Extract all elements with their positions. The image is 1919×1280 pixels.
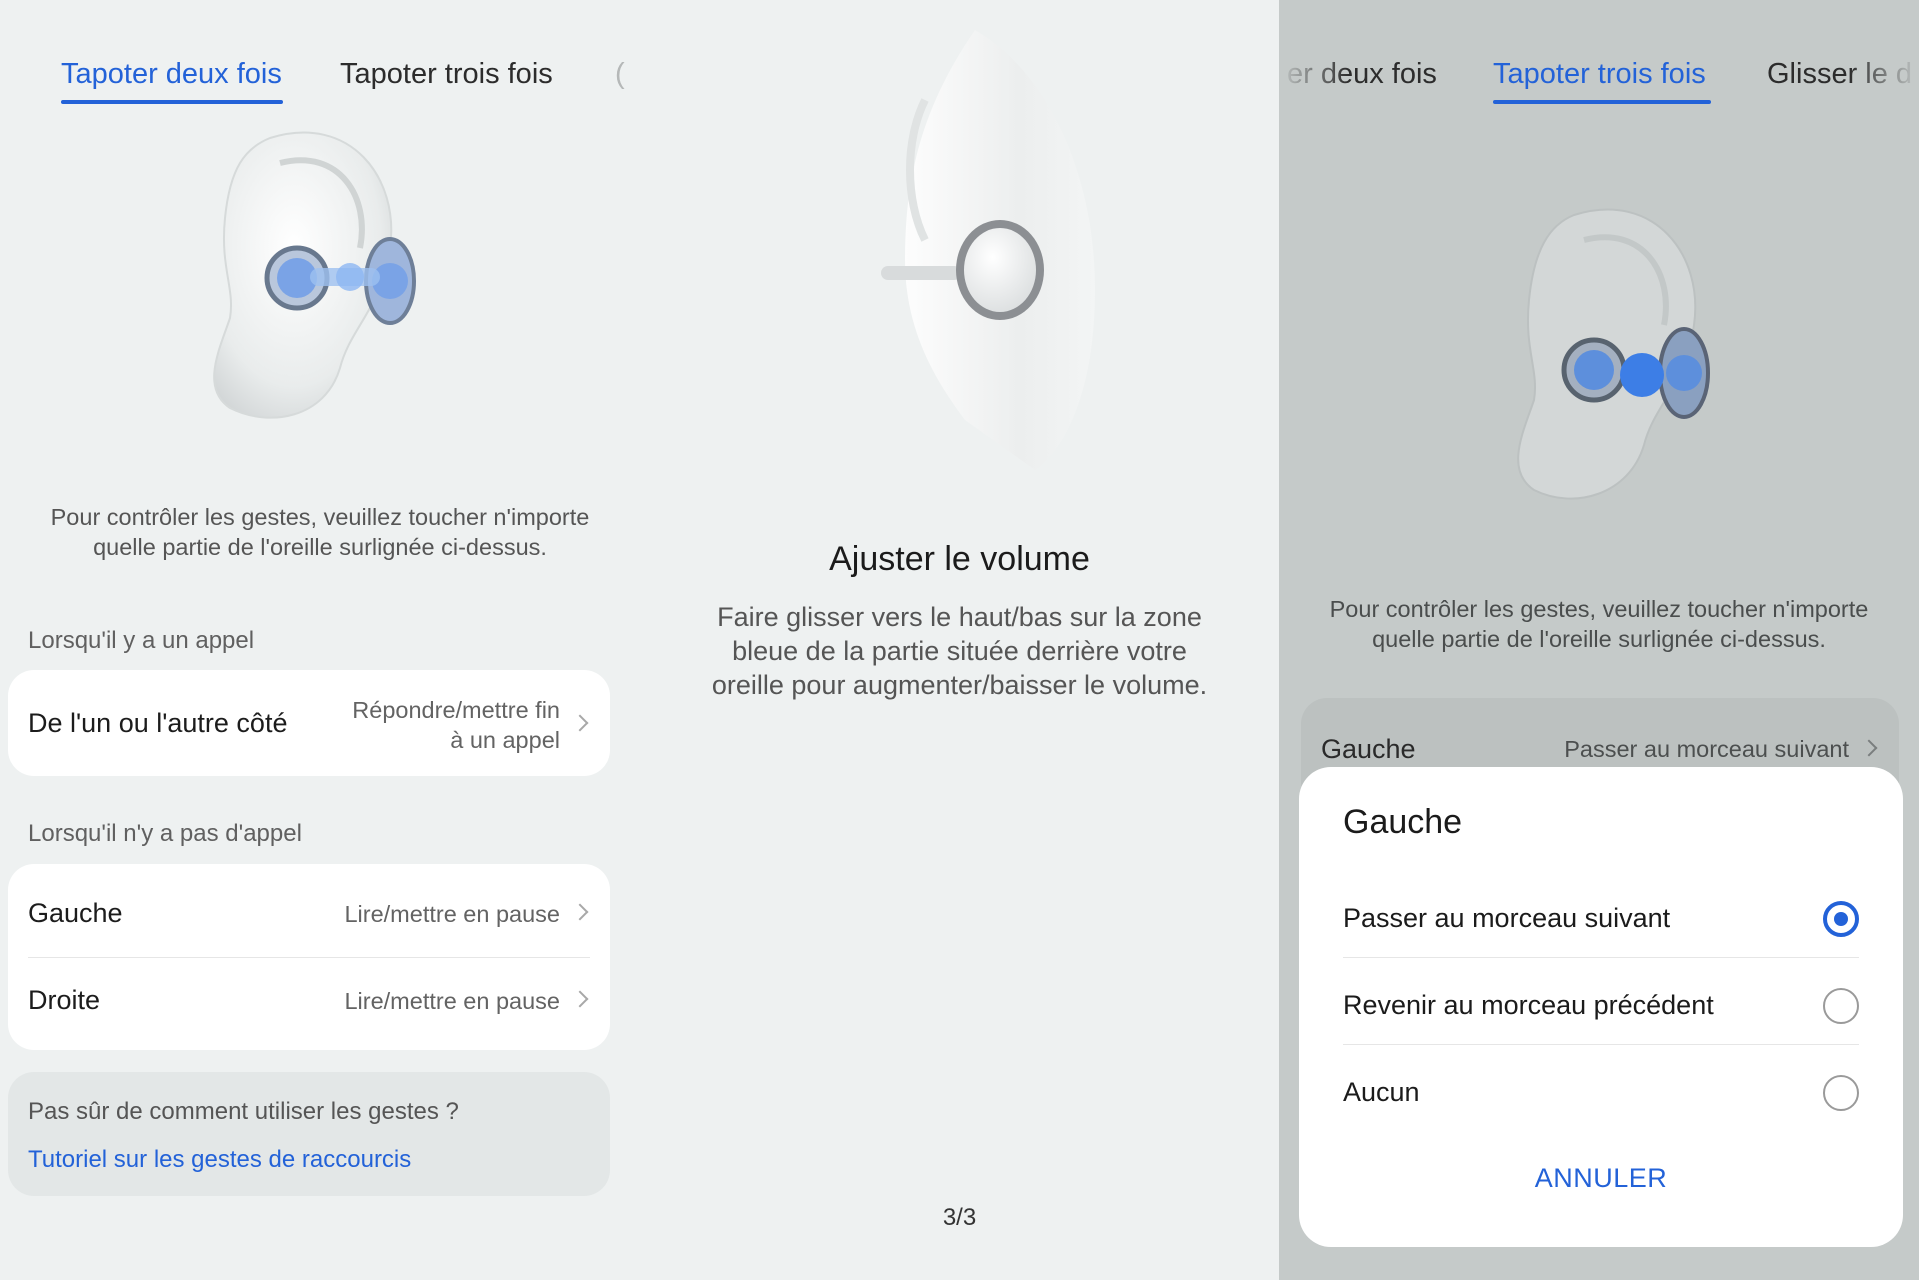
ear-earbud-illustration [1504, 195, 1724, 520]
left-action-dialog: Gauche Passer au morceau suivant Revenir… [1299, 767, 1903, 1247]
gesture-hint: Pour contrôler les gestes, veuillez touc… [1329, 596, 1869, 652]
tutorial-title: Ajuster le volume [829, 540, 1090, 578]
radio-selected-icon[interactable] [1823, 901, 1859, 937]
double-tap-panel: Tapoter deux fois Tapoter trois fois ( P… [0, 0, 640, 1280]
active-tab-indicator [1493, 100, 1711, 104]
radio-unselected-icon[interactable] [1823, 1075, 1859, 1111]
row-left-earbud[interactable]: Gauche Lire/mettre en pause [8, 864, 610, 957]
tab-fade-right [1849, 50, 1919, 100]
active-tab-indicator [61, 100, 283, 104]
tab-triple-tap[interactable]: Tapoter trois fois [1493, 58, 1706, 91]
ear-earbud-illustration [865, 30, 1095, 475]
row-value: Répondre/mettre fin à un appel [352, 697, 560, 753]
gesture-hint: Pour contrôler les gestes, veuillez touc… [50, 504, 590, 560]
row-left-earbud[interactable]: Gauche Passer au morceau suivant [1301, 698, 1899, 770]
help-question: Pas sûr de comment utiliser les gestes ? [28, 1098, 459, 1125]
tutorial-description: Faire glisser vers le haut/bas sur la zo… [711, 602, 1208, 700]
row-title: Gauche [28, 898, 123, 928]
option-none[interactable]: Aucun [1343, 1051, 1859, 1137]
radio-unselected-icon[interactable] [1823, 988, 1859, 1024]
no-call-settings-card: Gauche Lire/mettre en pause Droite Lire/… [8, 864, 610, 1050]
row-value: Passer au morceau suivant [1564, 736, 1849, 762]
page-indicator: 3/3 [942, 1204, 977, 1231]
ear-earbud-illustration [200, 118, 440, 433]
volume-tutorial-panel: Ajuster le volume Faire glisser vers le … [640, 0, 1279, 1280]
tab-triple-tap[interactable]: Tapoter trois fois [340, 58, 553, 91]
row-title: Gauche [1321, 734, 1416, 764]
option-next-track[interactable]: Passer au morceau suivant [1343, 877, 1859, 963]
cancel-button[interactable]: ANNULER [1299, 1163, 1903, 1194]
tutorial-link[interactable]: Tutoriel sur les gestes de raccourcis [28, 1146, 411, 1174]
divider [1343, 957, 1859, 958]
tab-double-tap[interactable]: Tapoter deux fois [61, 58, 282, 91]
option-label: Revenir au morceau précédent [1343, 990, 1714, 1020]
option-label: Aucun [1343, 1077, 1420, 1107]
tab-swipe-partial[interactable]: ( [615, 58, 625, 91]
chevron-right-icon [571, 990, 589, 1008]
call-row-either-side[interactable]: De l'un ou l'autre côté Répondre/mettre … [8, 670, 610, 776]
option-label: Passer au morceau suivant [1343, 903, 1671, 933]
row-title: Droite [28, 985, 101, 1015]
no-call-section-label: Lorsqu'il n'y a pas d'appel [28, 820, 302, 847]
row-right-earbud[interactable]: Droite Lire/mettre en pause [8, 957, 610, 1050]
row-value: Lire/mettre en pause [344, 988, 560, 1014]
chevron-right-icon [571, 714, 589, 732]
option-previous-track[interactable]: Revenir au morceau précédent [1343, 964, 1859, 1050]
dialog-title: Gauche [1343, 803, 1463, 841]
divider [1343, 1044, 1859, 1045]
call-section-label: Lorsqu'il y a un appel [28, 627, 255, 654]
tab-fade-left [1279, 50, 1349, 100]
call-settings-card: De l'un ou l'autre côté Répondre/mettre … [8, 670, 610, 776]
chevron-right-icon [1860, 739, 1878, 757]
row-title: De l'un ou l'autre côté [28, 708, 288, 738]
row-value: Lire/mettre en pause [344, 901, 560, 927]
help-card: Pas sûr de comment utiliser les gestes ?… [8, 1072, 610, 1196]
chevron-right-icon [571, 903, 589, 921]
